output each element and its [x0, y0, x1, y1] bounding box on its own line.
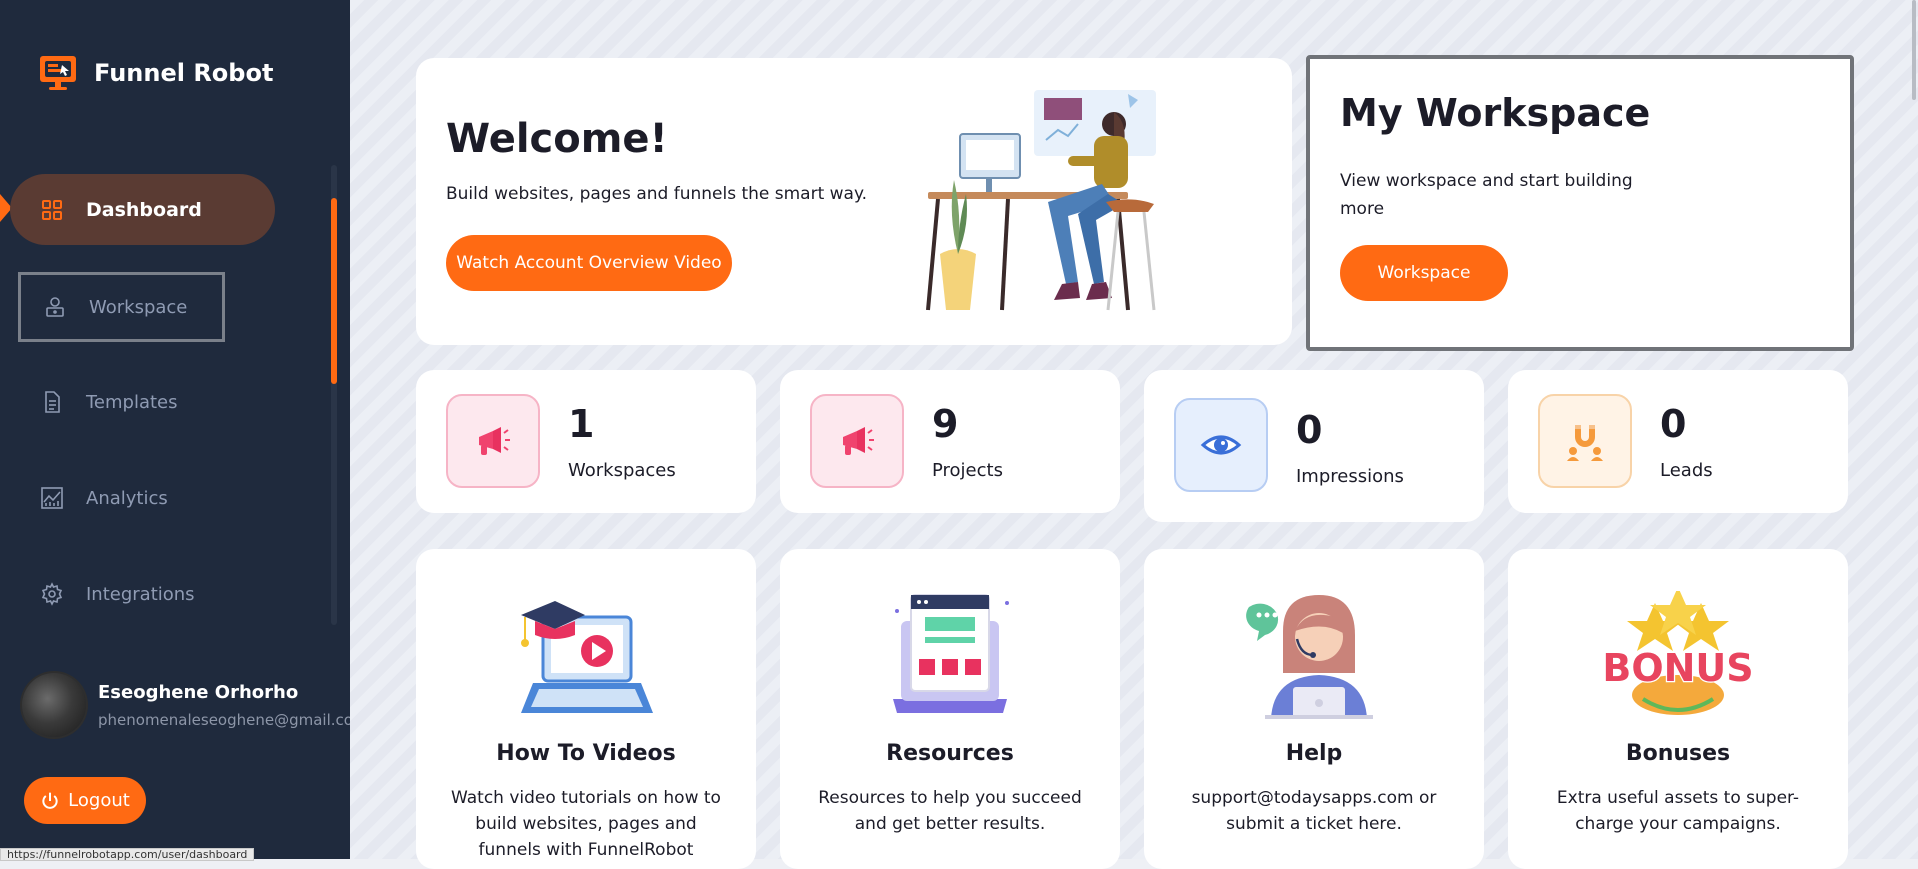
stat-card-leads: 0 Leads — [1508, 370, 1848, 513]
sidebar-item-integrations[interactable]: Integrations — [40, 582, 195, 606]
my-workspace-card: My Workspace View workspace and start bu… — [1306, 55, 1854, 351]
stat-label: Impressions — [1296, 466, 1404, 487]
logout-button[interactable]: Logout — [24, 777, 146, 824]
user-profile[interactable]: Eseoghene Orhorho phenomenaleseoghene@gm… — [22, 673, 368, 737]
user-name: Eseoghene Orhorho — [98, 681, 299, 703]
workspace-icon — [46, 297, 64, 317]
feature-card-bonuses[interactable]: BONUS Bonuses Extra useful assets to sup… — [1508, 549, 1848, 869]
eye-icon — [1200, 435, 1242, 455]
megaphone-icon — [479, 427, 510, 455]
support-agent-icon — [1246, 595, 1373, 719]
sidebar: Funnel Robot Dashboard Workspace Templat… — [0, 0, 368, 861]
user-email: phenomenaleseoghene@gmail.com — [98, 710, 368, 729]
feature-text: Resources to help you succeed and get be… — [818, 788, 1082, 834]
grid-icon — [42, 199, 62, 220]
brand-name: Funnel Robot — [94, 59, 274, 87]
feature-title: How To Videos — [496, 741, 676, 766]
gear-icon — [41, 582, 63, 606]
avatar — [22, 673, 86, 737]
workspace-card-title: My Workspace — [1340, 91, 1651, 135]
stat-icon-box — [1538, 394, 1632, 488]
funnel-robot-logo-icon — [40, 56, 76, 90]
sidebar-item-dashboard[interactable]: Dashboard — [10, 174, 275, 245]
workspace-illustration — [926, 90, 1156, 311]
stat-label: Projects — [932, 460, 1003, 481]
feature-title: Resources — [886, 741, 1014, 766]
stat-value: 1 — [568, 402, 595, 446]
welcome-subtitle: Build websites, pages and funnels the sm… — [446, 184, 868, 204]
feature-card-resources[interactable]: Resources Resources to help you succeed … — [780, 549, 1120, 869]
feature-text: support@todaysapps.com or submit a ticke… — [1191, 788, 1437, 834]
sidebar-item-label: Workspace — [89, 296, 188, 318]
feature-text: Extra useful assets to super-charge your… — [1556, 788, 1800, 834]
stat-card-workspaces: 1 Workspaces — [416, 370, 756, 513]
bonus-badge-icon: BONUS — [1603, 591, 1753, 715]
workspace-card-description: View workspace and start building more — [1340, 171, 1633, 219]
workspace-button[interactable]: Workspace — [1340, 245, 1508, 301]
stat-icon-box — [1174, 398, 1268, 492]
power-icon — [42, 792, 58, 809]
video-tutorial-icon — [521, 601, 653, 713]
sidebar-item-workspace[interactable]: Workspace — [18, 272, 225, 342]
sidebar-item-analytics[interactable]: Analytics — [40, 486, 168, 510]
stat-label: Workspaces — [568, 460, 676, 481]
resources-icon — [893, 594, 1009, 713]
feature-card-help[interactable]: Help support@todaysapps.com or submit a … — [1144, 549, 1484, 869]
feature-text: Watch video tutorials on how to build we… — [451, 788, 721, 860]
megaphone-icon — [843, 427, 874, 455]
stat-label: Leads — [1660, 460, 1713, 481]
welcome-card: Welcome! Build websites, pages and funne… — [416, 58, 1292, 345]
status-bar-url: https://funnelrobotapp.com/user/dashboar… — [0, 848, 255, 861]
stat-card-projects: 9 Projects — [780, 370, 1120, 513]
document-icon — [45, 391, 60, 413]
analytics-icon — [41, 487, 63, 509]
magnet-icon — [1567, 425, 1603, 461]
stat-value: 0 — [1660, 402, 1687, 446]
feature-card-how-to-videos[interactable]: How To Videos Watch video tutorials on h… — [416, 549, 756, 869]
welcome-title: Welcome! — [446, 116, 668, 162]
sidebar-item-label: Analytics — [86, 487, 168, 509]
feature-title: Help — [1285, 741, 1343, 766]
feature-title: Bonuses — [1625, 741, 1731, 766]
brand[interactable]: Funnel Robot — [38, 52, 273, 94]
stat-icon-box — [446, 394, 540, 488]
sidebar-item-label: Dashboard — [86, 198, 202, 221]
watch-overview-video-button[interactable]: Watch Account Overview Video — [446, 235, 732, 291]
sidebar-item-label: Templates — [86, 391, 178, 413]
logout-label: Logout — [68, 790, 130, 811]
main-content: Welcome! Build websites, pages and funne… — [350, 0, 1918, 869]
stat-icon-box — [810, 394, 904, 488]
page-scrollbar[interactable] — [1912, 0, 1916, 100]
sidebar-item-templates[interactable]: Templates — [40, 390, 178, 414]
stat-value: 0 — [1296, 408, 1323, 452]
stat-value: 9 — [932, 402, 959, 446]
bonus-badge-text: BONUS — [1603, 646, 1753, 690]
stat-card-impressions: 0 Impressions — [1144, 370, 1484, 522]
sidebar-scrollbar-thumb[interactable] — [331, 198, 337, 384]
sidebar-item-label: Integrations — [86, 583, 195, 605]
